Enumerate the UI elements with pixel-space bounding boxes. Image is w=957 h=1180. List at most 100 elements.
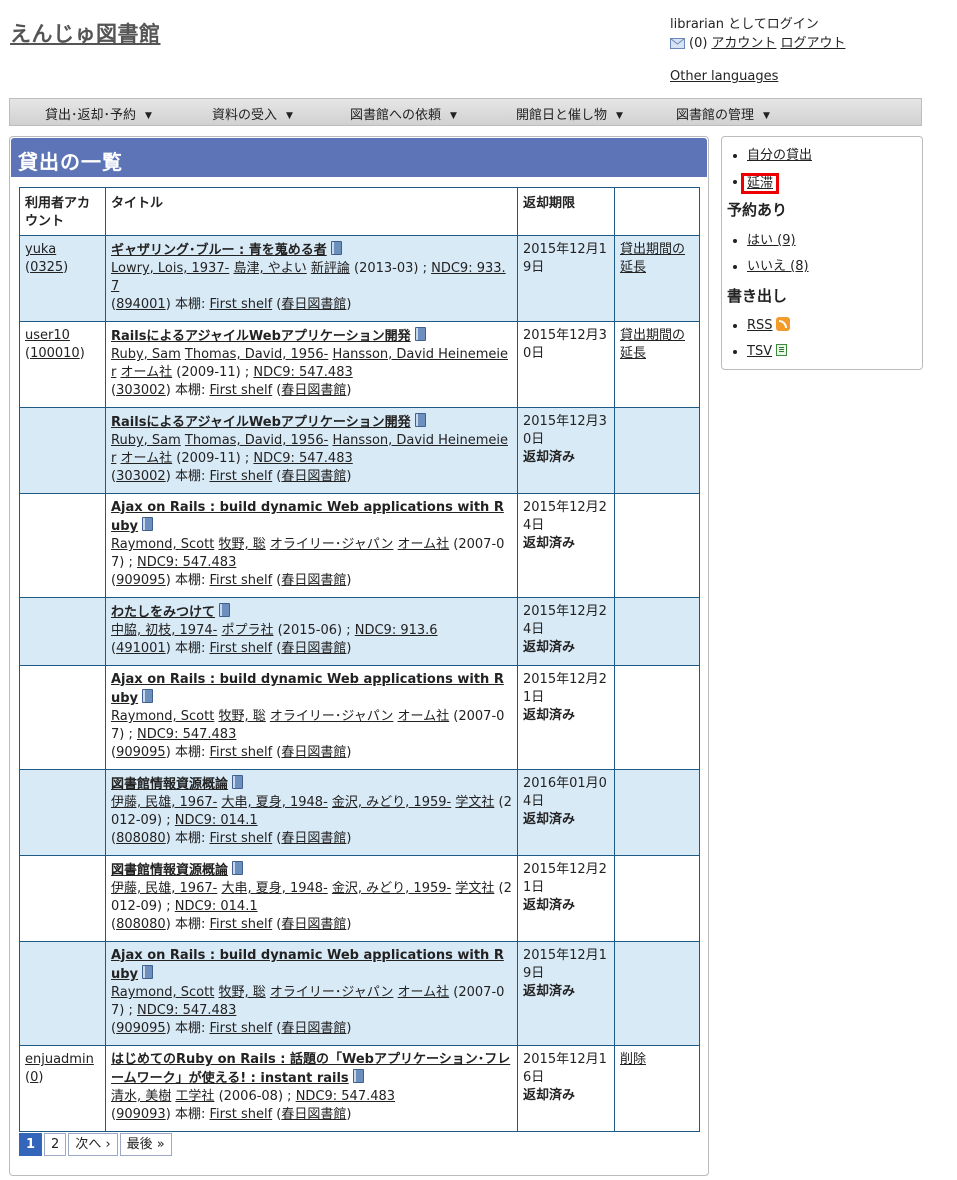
publisher-link[interactable]: オーム社 bbox=[121, 451, 173, 466]
menu-circulation[interactable]: 貸出･返却･予約 ▼ bbox=[45, 104, 152, 123]
author-link[interactable]: 中脇, 初枝, 1974- bbox=[111, 623, 217, 638]
shelf-link[interactable]: First shelf bbox=[209, 917, 272, 932]
library-link[interactable]: 春日図書館 bbox=[281, 383, 346, 398]
account-link[interactable]: アカウント bbox=[711, 34, 776, 53]
book-title-link[interactable]: 図書館情報資源概論 bbox=[111, 863, 228, 878]
item-id-link[interactable]: 894001 bbox=[116, 297, 166, 312]
my-loans-link[interactable]: 自分の貸出 bbox=[747, 148, 812, 163]
library-link[interactable]: 春日図書館 bbox=[281, 1107, 346, 1122]
publisher-link[interactable]: 学文社 bbox=[455, 881, 494, 896]
publisher-link[interactable]: ポプラ社 bbox=[221, 623, 273, 638]
reserved-no-link[interactable]: いいえ (8) bbox=[747, 259, 809, 274]
book-title-link[interactable]: ギャザリング･ブルー : 青を蒐める者 bbox=[111, 243, 327, 258]
shelf-link[interactable]: First shelf bbox=[209, 1107, 272, 1122]
shelf-link[interactable]: First shelf bbox=[209, 383, 272, 398]
publisher-link[interactable]: オーム社 bbox=[121, 365, 173, 380]
publisher-link[interactable]: オーム社 bbox=[398, 985, 450, 1000]
author-link[interactable]: 牧野, 聡 bbox=[218, 709, 265, 724]
shelf-link[interactable]: First shelf bbox=[209, 745, 272, 760]
user-link[interactable]: yuka bbox=[25, 242, 56, 257]
publisher-link[interactable]: オーム社 bbox=[398, 537, 450, 552]
ndc-link[interactable]: NDC9: 547.483 bbox=[137, 1003, 236, 1018]
author-link[interactable]: Lowry, Lois, 1937- bbox=[111, 261, 229, 276]
ndc-link[interactable]: NDC9: 547.483 bbox=[137, 555, 236, 570]
library-link[interactable]: 春日図書館 bbox=[281, 641, 346, 656]
book-title-link[interactable]: わたしをみつけて bbox=[111, 605, 215, 620]
menu-acquisition[interactable]: 資料の受入 ▼ bbox=[212, 104, 293, 123]
author-link[interactable]: 島津, やよい bbox=[233, 261, 306, 276]
library-link[interactable]: 春日図書館 bbox=[281, 745, 346, 760]
reserved-yes-link[interactable]: はい (9) bbox=[747, 233, 796, 248]
user-link[interactable]: user10 bbox=[25, 328, 70, 343]
library-link[interactable]: 春日図書館 bbox=[281, 1021, 346, 1036]
menu-events[interactable]: 開館日と催し物 ▼ bbox=[516, 104, 623, 123]
ndc-link[interactable]: NDC9: 547.483 bbox=[296, 1089, 395, 1104]
author-link[interactable]: 金沢, みどり, 1959- bbox=[332, 881, 451, 896]
loan-action-link[interactable]: 貸出期間の延長 bbox=[620, 328, 685, 361]
ndc-link[interactable]: NDC9: 547.483 bbox=[253, 365, 352, 380]
next-page-link[interactable]: 次へ › bbox=[68, 1133, 118, 1156]
last-page-link[interactable]: 最後 » bbox=[119, 1133, 172, 1156]
loan-action-link[interactable]: 貸出期間の延長 bbox=[620, 242, 685, 275]
author-link[interactable]: Ruby, Sam bbox=[111, 433, 181, 448]
shelf-link[interactable]: First shelf bbox=[209, 573, 272, 588]
site-title-link[interactable]: えんじゅ図書館 bbox=[10, 18, 161, 48]
library-link[interactable]: 春日図書館 bbox=[281, 917, 346, 932]
author-link[interactable]: 清水, 美樹 bbox=[111, 1089, 171, 1104]
author-link[interactable]: 工学社 bbox=[175, 1089, 214, 1104]
tsv-link[interactable]: TSV bbox=[747, 344, 772, 359]
item-id-link[interactable]: 303002 bbox=[116, 469, 166, 484]
author-link[interactable]: オライリー･ジャパン bbox=[270, 537, 394, 552]
author-link[interactable]: オライリー･ジャパン bbox=[270, 985, 394, 1000]
item-id-link[interactable]: 909095 bbox=[116, 745, 166, 760]
mail-icon[interactable] bbox=[670, 38, 685, 49]
library-link[interactable]: 春日図書館 bbox=[281, 469, 346, 484]
author-link[interactable]: 牧野, 聡 bbox=[218, 537, 265, 552]
book-title-link[interactable]: RailsによるアジャイルWebアプリケーション開発 bbox=[111, 329, 411, 344]
author-link[interactable]: 牧野, 聡 bbox=[218, 985, 265, 1000]
spreadsheet-icon[interactable] bbox=[776, 344, 788, 356]
shelf-link[interactable]: First shelf bbox=[209, 469, 272, 484]
author-link[interactable]: Raymond, Scott bbox=[111, 537, 214, 552]
ndc-link[interactable]: NDC9: 014.1 bbox=[175, 813, 258, 828]
author-link[interactable]: オライリー･ジャパン bbox=[270, 709, 394, 724]
publisher-link[interactable]: 学文社 bbox=[455, 795, 494, 810]
menu-admin[interactable]: 図書館の管理 ▼ bbox=[676, 104, 770, 123]
overdue-link[interactable]: 延滞 bbox=[747, 176, 773, 191]
item-id-link[interactable]: 909093 bbox=[116, 1107, 166, 1122]
item-id-link[interactable]: 909095 bbox=[116, 1021, 166, 1036]
user-number-link[interactable]: 0325 bbox=[30, 260, 63, 275]
page-2-link[interactable]: 2 bbox=[44, 1133, 67, 1156]
rss-icon[interactable] bbox=[775, 317, 790, 331]
item-id-link[interactable]: 909095 bbox=[116, 573, 166, 588]
author-link[interactable]: 伊藤, 民雄, 1967- bbox=[111, 881, 217, 896]
book-title-link[interactable]: RailsによるアジャイルWebアプリケーション開発 bbox=[111, 415, 411, 430]
author-link[interactable]: Ruby, Sam bbox=[111, 347, 181, 362]
ndc-link[interactable]: NDC9: 547.483 bbox=[137, 727, 236, 742]
menu-requests[interactable]: 図書館への依頼 ▼ bbox=[350, 104, 457, 123]
author-link[interactable]: Thomas, David, 1956- bbox=[185, 347, 328, 362]
author-link[interactable]: Raymond, Scott bbox=[111, 709, 214, 724]
author-link[interactable]: 大串, 夏身, 1948- bbox=[221, 881, 327, 896]
ndc-link[interactable]: NDC9: 547.483 bbox=[253, 451, 352, 466]
shelf-link[interactable]: First shelf bbox=[209, 641, 272, 656]
ndc-link[interactable]: NDC9: 014.1 bbox=[175, 899, 258, 914]
author-link[interactable]: 伊藤, 民雄, 1967- bbox=[111, 795, 217, 810]
ndc-link[interactable]: NDC9: 913.6 bbox=[355, 623, 438, 638]
book-title-link[interactable]: Ajax on Rails : build dynamic Web applic… bbox=[111, 672, 504, 706]
book-title-link[interactable]: Ajax on Rails : build dynamic Web applic… bbox=[111, 500, 504, 534]
item-id-link[interactable]: 303002 bbox=[116, 383, 166, 398]
publisher-link[interactable]: オーム社 bbox=[398, 709, 450, 724]
page-1-link[interactable]: 1 bbox=[19, 1133, 43, 1156]
user-link[interactable]: enjuadmin bbox=[25, 1052, 94, 1067]
library-link[interactable]: 春日図書館 bbox=[281, 573, 346, 588]
shelf-link[interactable]: First shelf bbox=[209, 1021, 272, 1036]
book-title-link[interactable]: Ajax on Rails : build dynamic Web applic… bbox=[111, 948, 504, 982]
item-id-link[interactable]: 491001 bbox=[116, 641, 166, 656]
library-link[interactable]: 春日図書館 bbox=[281, 831, 346, 846]
book-title-link[interactable]: はじめてのRuby on Rails : 話題の「Webアプリケーション･フレー… bbox=[111, 1052, 510, 1086]
author-link[interactable]: 大串, 夏身, 1948- bbox=[221, 795, 327, 810]
other-languages-link[interactable]: Other languages bbox=[670, 69, 778, 84]
author-link[interactable]: 金沢, みどり, 1959- bbox=[332, 795, 451, 810]
author-link[interactable]: Raymond, Scott bbox=[111, 985, 214, 1000]
